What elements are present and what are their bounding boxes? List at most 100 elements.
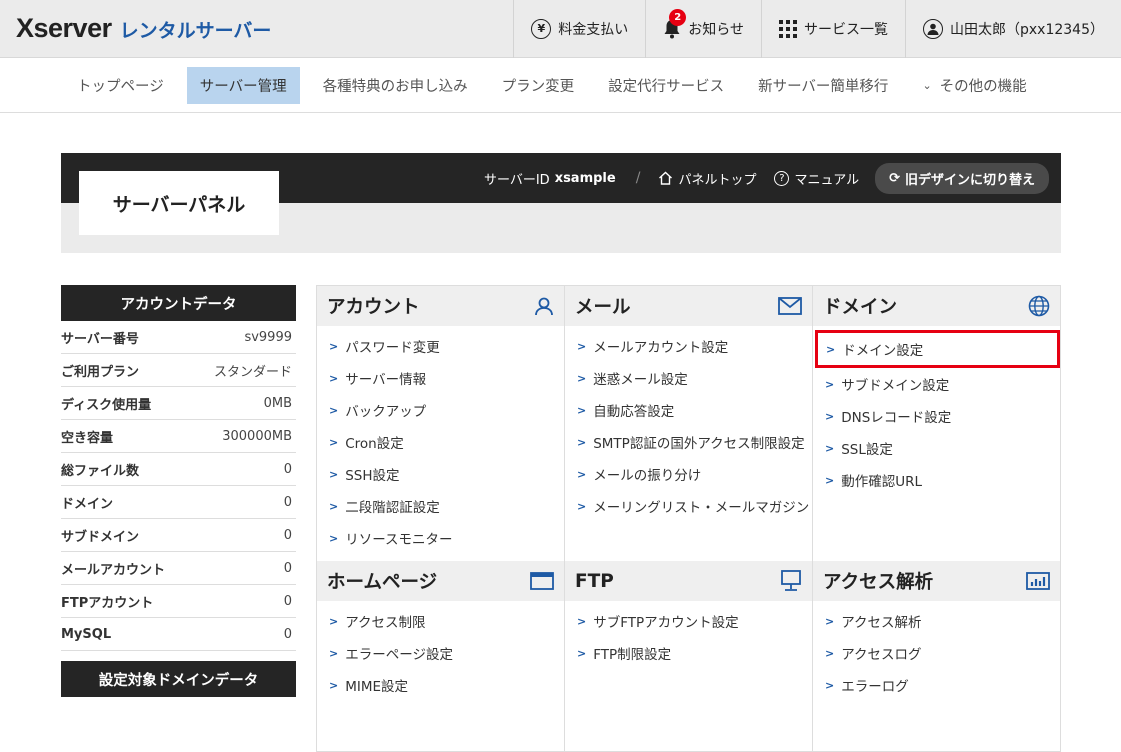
nav-other[interactable]: ⌄ その他の機能 bbox=[905, 67, 1043, 104]
menu-link-label: アクセス解析 bbox=[841, 615, 922, 631]
row-key: 総ファイル数 bbox=[61, 463, 140, 479]
user-icon bbox=[535, 297, 553, 316]
menu-link-sub-ftp[interactable]: > サブFTPアカウント設定 bbox=[577, 605, 812, 637]
menu-link-error-log[interactable]: > エラーログ bbox=[825, 669, 1060, 701]
menu-link-label: サブFTPアカウント設定 bbox=[593, 615, 739, 631]
panel-top-link[interactable]: パネルトップ bbox=[658, 169, 756, 188]
menu-link-label: リソースモニター bbox=[345, 532, 453, 548]
menu-link-access-restrict[interactable]: > アクセス制限 bbox=[329, 605, 564, 637]
nav-setup-service[interactable]: 設定代行サービス bbox=[591, 67, 741, 104]
menu-link-smtp[interactable]: > SMTP認証の国外アクセス制限設定 bbox=[577, 426, 812, 458]
panel-header: サーバーID xsample / パネルトップ ? マニュアル ⟳ 旧デザインに… bbox=[61, 153, 1061, 253]
menu-link-error-page[interactable]: > エラーページ設定 bbox=[329, 637, 564, 669]
user-icon bbox=[923, 18, 943, 39]
row-key: メールアカウント bbox=[61, 562, 166, 578]
browser-window-icon bbox=[530, 572, 554, 590]
bar-chart-icon bbox=[1026, 572, 1050, 590]
menu-link-subdomain[interactable]: > サブドメイン設定 bbox=[825, 368, 1060, 400]
notice-link[interactable]: 2 お知らせ bbox=[645, 0, 761, 58]
section-title: ホームページ bbox=[327, 572, 438, 593]
notice-badge: 2 bbox=[669, 8, 687, 26]
menu-link-label: メーリングリスト・メールマガジン bbox=[593, 500, 810, 516]
menu-link-domain-settings[interactable]: > ドメイン設定 bbox=[815, 330, 1060, 368]
logo-main: Xserver bbox=[16, 13, 112, 43]
section-title: アカウント bbox=[327, 297, 420, 318]
nav-top[interactable]: トップページ bbox=[60, 67, 181, 104]
menu-link-label: アクセスログ bbox=[841, 647, 922, 663]
row-value: 0 bbox=[283, 593, 292, 609]
monitor-icon bbox=[781, 570, 801, 591]
services-label: サービス一覧 bbox=[804, 21, 888, 38]
notice-label: お知らせ bbox=[688, 21, 744, 38]
switch-design-button[interactable]: ⟳ 旧デザインに切り替え bbox=[875, 162, 1049, 194]
switch-design-label: 旧デザインに切り替え bbox=[904, 172, 1035, 188]
row-value: 0 bbox=[283, 560, 292, 576]
row-key: ディスク使用量 bbox=[61, 397, 152, 413]
row-value: 300000MB bbox=[222, 428, 292, 444]
menu-link-dns[interactable]: > DNSレコード設定 bbox=[825, 400, 1060, 432]
menu-link-mail-filter[interactable]: > メールの振り分け bbox=[577, 458, 812, 490]
menu-link-spam[interactable]: > 迷惑メール設定 bbox=[577, 362, 812, 394]
menu-link-label: バックアップ bbox=[345, 404, 427, 420]
account-row: サーバー番号 sv9999 bbox=[61, 321, 296, 354]
nav-benefits[interactable]: 各種特典のお申し込み bbox=[306, 67, 485, 104]
menu-link-verify-url[interactable]: > 動作確認URL bbox=[825, 464, 1060, 496]
help-icon: ? bbox=[774, 170, 790, 186]
row-value: スタンダード bbox=[213, 364, 292, 380]
account-data-sidebar: アカウントデータ サーバー番号 sv9999 ご利用プラン スタンダード ディスク使… bbox=[61, 285, 296, 697]
menu-link-autoreply[interactable]: > 自動応答設定 bbox=[577, 394, 812, 426]
logo[interactable]: Xserver レンタルサーバー bbox=[0, 13, 271, 44]
menu-link-label: SSH設定 bbox=[345, 468, 400, 484]
account-row: FTPアカウント 0 bbox=[61, 585, 296, 618]
account-row: MySQL 0 bbox=[61, 618, 296, 651]
user-menu[interactable]: 山田太郎（pxx12345） bbox=[905, 0, 1121, 58]
menu-link-access-log[interactable]: > アクセスログ bbox=[825, 637, 1060, 669]
section-domain: ドメイン > ドメイン設定 > サブドメイン設定 > DNSレコード設定 > SSL設定… bbox=[813, 286, 1060, 561]
chevron-down-icon: ⌄ bbox=[922, 78, 932, 92]
menu-link-password[interactable]: > パスワード変更 bbox=[329, 330, 564, 362]
row-value: 0 bbox=[283, 626, 292, 642]
menu-link-ftp-restrict[interactable]: > FTP制限設定 bbox=[577, 637, 812, 669]
row-value: sv9999 bbox=[244, 329, 292, 345]
account-row: メールアカウント 0 bbox=[61, 552, 296, 585]
menu-link-mail-account[interactable]: > メールアカウント設定 bbox=[577, 330, 812, 362]
section-ftp: FTP > サブFTPアカウント設定 > FTP制限設定 bbox=[565, 561, 813, 751]
section-title: メール bbox=[575, 297, 631, 318]
menu-link-cron[interactable]: > Cron設定 bbox=[329, 426, 564, 458]
section-title: アクセス解析 bbox=[823, 572, 934, 593]
bell-icon: 2 bbox=[663, 8, 687, 39]
divider: / bbox=[635, 170, 641, 186]
refresh-icon: ⟳ bbox=[889, 170, 900, 186]
manual-link[interactable]: ? マニュアル bbox=[774, 169, 859, 188]
row-key: MySQL bbox=[61, 626, 112, 642]
payment-link[interactable]: ¥ 料金支払い bbox=[513, 0, 645, 58]
menu-link-backup[interactable]: > バックアップ bbox=[329, 394, 564, 426]
menu-link-ssl[interactable]: > SSL設定 bbox=[825, 432, 1060, 464]
top-header: Xserver レンタルサーバー ¥ 料金支払い 2 お知らせ サービス一覧 山… bbox=[0, 0, 1121, 58]
menu-link-label: エラーページ設定 bbox=[345, 647, 453, 663]
nav-other-label: その他の機能 bbox=[939, 78, 1027, 95]
menu-link-mime[interactable]: > MIME設定 bbox=[329, 669, 564, 701]
menu-link-2fa[interactable]: > 二段階認証設定 bbox=[329, 490, 564, 522]
row-key: ドメイン bbox=[61, 496, 114, 512]
panel-top-label: パネルトップ bbox=[678, 172, 757, 188]
domain-data-title: 設定対象ドメインデータ bbox=[61, 661, 296, 697]
menu-link-mailing-list[interactable]: > メーリングリスト・メールマガジン bbox=[577, 490, 812, 522]
menu-link-server-info[interactable]: > サーバー情報 bbox=[329, 362, 564, 394]
nav-server-manage[interactable]: サーバー管理 bbox=[186, 66, 300, 104]
row-key: サーバー番号 bbox=[61, 331, 139, 347]
menu-link-label: エラーログ bbox=[841, 679, 909, 695]
nav-migration[interactable]: 新サーバー簡単移行 bbox=[741, 67, 905, 104]
nav-plan-change[interactable]: プラン変更 bbox=[485, 67, 592, 104]
services-link[interactable]: サービス一覧 bbox=[761, 0, 905, 58]
menu-link-label: サブドメイン設定 bbox=[841, 378, 950, 394]
menu-link-resource[interactable]: > リソースモニター bbox=[329, 522, 564, 554]
menu-link-ssh[interactable]: > SSH設定 bbox=[329, 458, 564, 490]
account-row: サブドメイン 0 bbox=[61, 519, 296, 552]
row-value: 0 bbox=[283, 527, 292, 543]
menu-link-label: MIME設定 bbox=[345, 679, 409, 695]
account-row: ドメイン 0 bbox=[61, 486, 296, 519]
mail-icon bbox=[778, 297, 802, 315]
menu-link-label: 迷惑メール設定 bbox=[593, 372, 688, 388]
menu-link-access-analytics[interactable]: > アクセス解析 bbox=[825, 605, 1060, 637]
